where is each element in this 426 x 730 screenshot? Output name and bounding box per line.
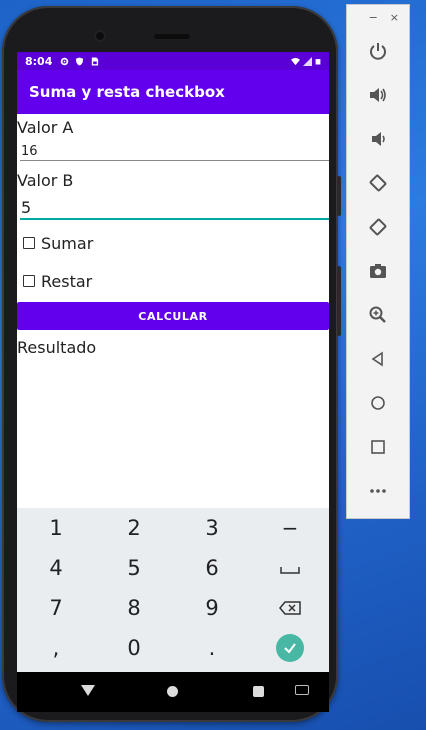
key-0[interactable]: 0 (95, 636, 173, 660)
signal-icon (303, 56, 312, 66)
app-bar: Suma y resta checkbox (17, 70, 329, 114)
phone-frame: 8:04 Suma y resta checkbox Valor A 16 Va… (2, 6, 341, 722)
check-icon (276, 634, 304, 662)
valor-b-label: Valor B (17, 171, 74, 190)
status-time: 8:04 (25, 54, 53, 68)
screenshot-button[interactable] (347, 249, 409, 293)
nav-back-icon[interactable] (81, 685, 95, 696)
key-5[interactable]: 5 (95, 556, 173, 580)
close-button[interactable]: × (390, 11, 399, 29)
key-2[interactable]: 2 (95, 516, 173, 540)
valor-b-input[interactable]: 5 (20, 192, 329, 220)
key-period[interactable]: . (173, 636, 251, 660)
valor-a-value: 16 (21, 144, 38, 159)
sumar-checkbox-row[interactable]: Sumar (17, 224, 329, 262)
back-icon (371, 351, 383, 367)
emulator-window-controls: − × (347, 5, 409, 29)
key-8[interactable]: 8 (95, 596, 173, 620)
front-camera (94, 30, 106, 42)
rotate-left-button[interactable] (347, 161, 409, 205)
space-icon (280, 567, 300, 574)
volume-side-button (337, 176, 341, 216)
key-1[interactable]: 1 (17, 516, 95, 540)
keyboard-row: 4 5 6 (17, 548, 329, 588)
key-minus[interactable]: − (251, 516, 329, 540)
volume-down-icon (372, 132, 385, 146)
volume-up-button[interactable] (347, 73, 409, 117)
rotate-left-icon (369, 174, 387, 192)
sumar-checkbox[interactable] (23, 237, 35, 249)
more-button[interactable] (347, 469, 409, 513)
status-bar: 8:04 (17, 52, 329, 70)
volume-up-icon (370, 88, 386, 102)
key-comma[interactable]: , (17, 636, 95, 660)
home-icon (371, 396, 385, 410)
restar-checkbox[interactable] (23, 275, 35, 287)
numeric-keyboard: 1 2 3 − 4 5 6 7 8 9 , 0 . (17, 508, 329, 672)
phone-screen: 8:04 Suma y resta checkbox Valor A 16 Va… (17, 52, 329, 672)
key-7[interactable]: 7 (17, 596, 95, 620)
minimize-button[interactable]: − (369, 11, 378, 29)
sim-icon (92, 56, 99, 66)
backspace-icon (279, 601, 301, 615)
volume-down-button[interactable] (347, 117, 409, 161)
valor-b-value: 5 (21, 198, 32, 217)
power-button[interactable] (347, 29, 409, 73)
nav-overview-icon[interactable] (253, 686, 264, 697)
nav-home-icon[interactable] (167, 686, 178, 697)
power-icon (370, 43, 386, 60)
keyboard-row: 7 8 9 (17, 588, 329, 628)
power-side-button (337, 266, 341, 336)
keyboard-row: 1 2 3 − (17, 508, 329, 548)
valor-a-input[interactable]: 16 (20, 139, 329, 161)
battery-icon (315, 58, 321, 64)
gear-icon (61, 57, 69, 65)
app-title: Suma y resta checkbox (29, 83, 225, 101)
valor-a-label: Valor A (17, 118, 74, 137)
overview-button[interactable] (347, 425, 409, 469)
key-done[interactable] (251, 634, 329, 662)
calcular-button[interactable]: CALCULAR (17, 302, 329, 330)
wifi-icon (291, 57, 300, 65)
rotate-right-icon (369, 218, 387, 236)
key-6[interactable]: 6 (173, 556, 251, 580)
restar-label: Restar (41, 271, 93, 291)
key-9[interactable]: 9 (173, 596, 251, 620)
keyboard-row: , 0 . (17, 628, 329, 668)
shield-icon (76, 56, 84, 66)
zoom-button[interactable] (347, 293, 409, 337)
camera-icon (370, 264, 386, 278)
overview-icon (371, 440, 385, 454)
emulator-toolbar: − × (346, 4, 410, 519)
key-3[interactable]: 3 (173, 516, 251, 540)
more-icon (370, 489, 386, 493)
navigation-bar (17, 672, 329, 712)
earpiece (154, 34, 190, 39)
sumar-label: Sumar (41, 233, 94, 253)
keyboard-switch-icon[interactable] (295, 685, 309, 695)
key-space[interactable] (251, 556, 329, 580)
home-button[interactable] (347, 381, 409, 425)
zoom-icon (369, 306, 386, 323)
restar-checkbox-row[interactable]: Restar (17, 262, 329, 300)
key-backspace[interactable] (251, 596, 329, 620)
key-4[interactable]: 4 (17, 556, 95, 580)
rotate-right-button[interactable] (347, 205, 409, 249)
result-text: Resultado (17, 338, 97, 357)
back-button[interactable] (347, 337, 409, 381)
